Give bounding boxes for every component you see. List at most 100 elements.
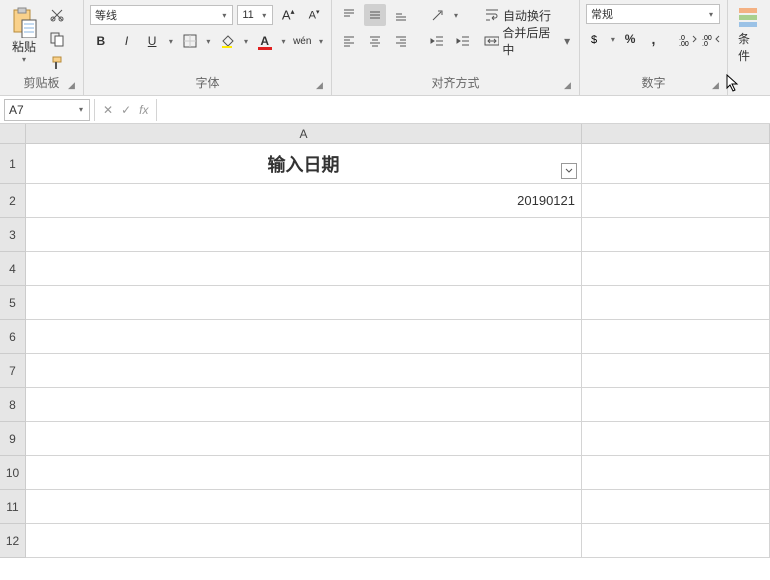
increase-decimal-button[interactable]: .0.00 [678, 28, 697, 50]
select-all-corner[interactable] [0, 124, 26, 144]
svg-text:$: $ [591, 34, 597, 46]
currency-icon: $ [589, 32, 603, 46]
align-right-button[interactable] [390, 30, 412, 52]
currency-button[interactable]: $ [586, 28, 605, 50]
currency-dropdown-icon[interactable]: ▾ [609, 35, 616, 44]
increase-indent-button[interactable] [452, 30, 474, 52]
cell-A4[interactable] [26, 252, 582, 286]
cell-B4[interactable] [582, 252, 770, 286]
row-header-5[interactable]: 5 [0, 286, 26, 320]
paste-dropdown-icon[interactable]: ▾ [20, 55, 28, 64]
align-launcher-icon[interactable]: ◢ [564, 80, 576, 92]
fill-color-button[interactable] [216, 30, 238, 52]
namebox-dropdown-icon[interactable]: ▾ [77, 105, 85, 114]
cell-B1[interactable] [582, 144, 770, 184]
row-header-10[interactable]: 10 [0, 456, 26, 490]
row-header-6[interactable]: 6 [0, 320, 26, 354]
phonetic-dropdown-icon[interactable]: ▾ [317, 37, 325, 46]
decrease-font-button[interactable]: A▾ [303, 4, 325, 26]
cell-A9[interactable] [26, 422, 582, 456]
wrap-text-button[interactable]: 自动换行 [482, 4, 573, 26]
cell-A10[interactable] [26, 456, 582, 490]
row-header-12[interactable]: 12 [0, 524, 26, 558]
underline-dropdown-icon[interactable]: ▾ [167, 37, 175, 46]
orientation-dropdown-icon[interactable]: ▾ [452, 11, 460, 20]
name-box[interactable]: A7 ▾ [4, 99, 90, 121]
underline-button[interactable]: U [141, 30, 163, 52]
row-header-11[interactable]: 11 [0, 490, 26, 524]
font-launcher-icon[interactable]: ◢ [316, 80, 328, 92]
filter-button[interactable] [561, 163, 577, 179]
merge-center-button[interactable]: 合并后居中 ▾ [482, 30, 573, 52]
phonetic-button[interactable]: wén [291, 30, 313, 52]
cell-A5[interactable] [26, 286, 582, 320]
merge-dropdown-icon[interactable]: ▾ [563, 34, 571, 48]
conditional-icon [736, 6, 760, 30]
cell-B8[interactable] [582, 388, 770, 422]
cell-B10[interactable] [582, 456, 770, 490]
cut-button[interactable] [46, 4, 68, 26]
row-header-7[interactable]: 7 [0, 354, 26, 388]
decrease-decimal-button[interactable]: .00.0 [702, 28, 721, 50]
align-center-icon [368, 34, 382, 48]
cancel-formula-icon[interactable]: ✕ [103, 103, 113, 117]
cell-B6[interactable] [582, 320, 770, 354]
border-button[interactable] [179, 30, 201, 52]
col-header-next[interactable] [582, 124, 770, 144]
font-color-dropdown-icon[interactable]: ▾ [280, 37, 288, 46]
cell-B11[interactable] [582, 490, 770, 524]
row-header-4[interactable]: 4 [0, 252, 26, 286]
border-dropdown-icon[interactable]: ▾ [205, 37, 213, 46]
align-middle-button[interactable] [364, 4, 386, 26]
cell-B2[interactable] [582, 184, 770, 218]
cell-B12[interactable] [582, 524, 770, 558]
formula-input[interactable] [157, 99, 770, 121]
cell-A3[interactable] [26, 218, 582, 252]
cell-A12[interactable] [26, 524, 582, 558]
row-header-2[interactable]: 2 [0, 184, 26, 218]
percent-button[interactable]: % [620, 28, 639, 50]
cell-A6[interactable] [26, 320, 582, 354]
number-format-select[interactable]: 常规▾ [586, 4, 720, 24]
orientation-button[interactable] [426, 4, 448, 26]
row-header-8[interactable]: 8 [0, 388, 26, 422]
cell-A2[interactable]: 20190121 [26, 184, 582, 218]
align-left-button[interactable] [338, 30, 360, 52]
comma-button[interactable]: , [644, 28, 663, 50]
decrease-indent-button[interactable] [426, 30, 448, 52]
bold-button[interactable]: B [90, 30, 112, 52]
cell-B9[interactable] [582, 422, 770, 456]
cell-A11[interactable] [26, 490, 582, 524]
number-launcher-icon[interactable]: ◢ [712, 80, 724, 92]
align-center-button[interactable] [364, 30, 386, 52]
cell-B7[interactable] [582, 354, 770, 388]
dec-indent-icon [430, 34, 444, 48]
cell-A8[interactable] [26, 388, 582, 422]
clipboard-launcher-icon[interactable]: ◢ [68, 80, 80, 92]
align-bottom-button[interactable] [390, 4, 412, 26]
row-header-9[interactable]: 9 [0, 422, 26, 456]
increase-font-button[interactable]: A▴ [277, 4, 299, 26]
format-painter-button[interactable] [46, 52, 68, 74]
italic-button[interactable]: I [116, 30, 138, 52]
conditional-format-button[interactable]: 条件 [734, 4, 762, 66]
font-size-select[interactable]: 11▾ [237, 5, 273, 25]
cell-B5[interactable] [582, 286, 770, 320]
align-top-icon [342, 8, 356, 22]
col-header-A[interactable]: A [26, 124, 582, 144]
paste-button[interactable]: 粘贴 ▾ [6, 4, 42, 66]
cell-A1[interactable]: 输入日期 [26, 144, 582, 184]
fx-icon[interactable]: fx [139, 103, 148, 117]
row-header-3[interactable]: 3 [0, 218, 26, 252]
group-conditional: 条件 [728, 0, 768, 95]
fill-dropdown-icon[interactable]: ▾ [242, 37, 250, 46]
row-header-1[interactable]: 1 [0, 144, 26, 184]
cell-B3[interactable] [582, 218, 770, 252]
copy-button[interactable] [46, 28, 68, 50]
cell-A7[interactable] [26, 354, 582, 388]
align-top-button[interactable] [338, 4, 360, 26]
font-name-select[interactable]: 等线▾ [90, 5, 233, 25]
font-color-button[interactable]: A [254, 30, 276, 52]
clipboard-group-label: 剪贴板 [6, 74, 77, 93]
accept-formula-icon[interactable]: ✓ [121, 103, 131, 117]
